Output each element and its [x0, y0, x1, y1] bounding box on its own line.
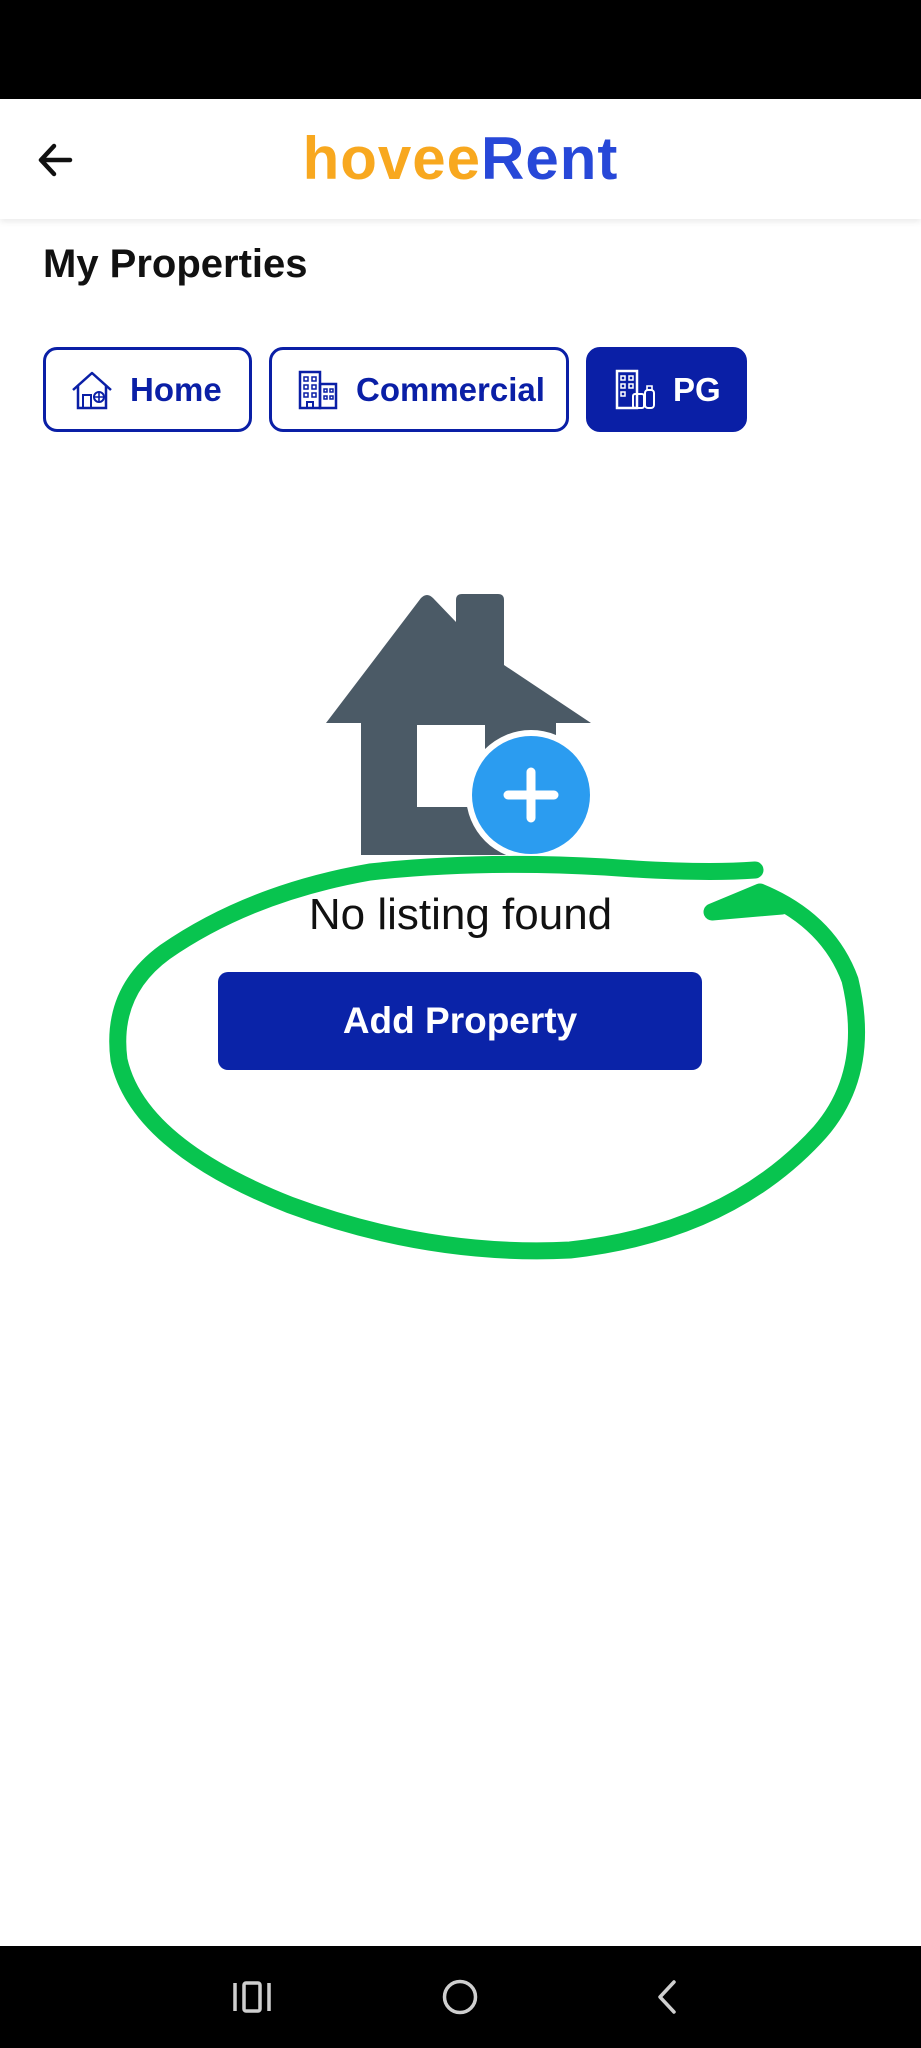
tab-commercial[interactable]: Commercial [269, 347, 569, 432]
tab-label: Home [130, 370, 222, 408]
add-property-button[interactable]: Add Property [218, 972, 702, 1070]
status-bar [0, 0, 921, 99]
page-title: My Properties [43, 242, 308, 286]
brand-logo: hoveeRent [0, 125, 921, 193]
recent-apps-button[interactable] [222, 1967, 282, 2027]
tab-home[interactable]: Home [43, 347, 252, 432]
system-nav-bar [0, 1946, 921, 2048]
home-circle-icon [442, 1979, 478, 2015]
tab-pg[interactable]: PG [586, 347, 747, 432]
tab-label: Commercial [356, 370, 545, 408]
house-icon [72, 371, 112, 409]
pg-building-icon [615, 369, 655, 409]
back-nav-button[interactable] [638, 1967, 698, 2027]
brand-part-rent: Rent [481, 125, 619, 192]
house-add-icon [326, 594, 596, 860]
tab-label: PG [673, 370, 721, 408]
empty-state-message: No listing found [308, 890, 613, 939]
back-chevron-icon [658, 1980, 676, 2014]
app-header: hoveeRent [0, 99, 921, 219]
home-button[interactable] [430, 1967, 490, 2027]
brand-part-hovee: hovee [302, 125, 482, 192]
recent-apps-icon [233, 1981, 271, 2013]
office-building-icon [298, 370, 338, 409]
